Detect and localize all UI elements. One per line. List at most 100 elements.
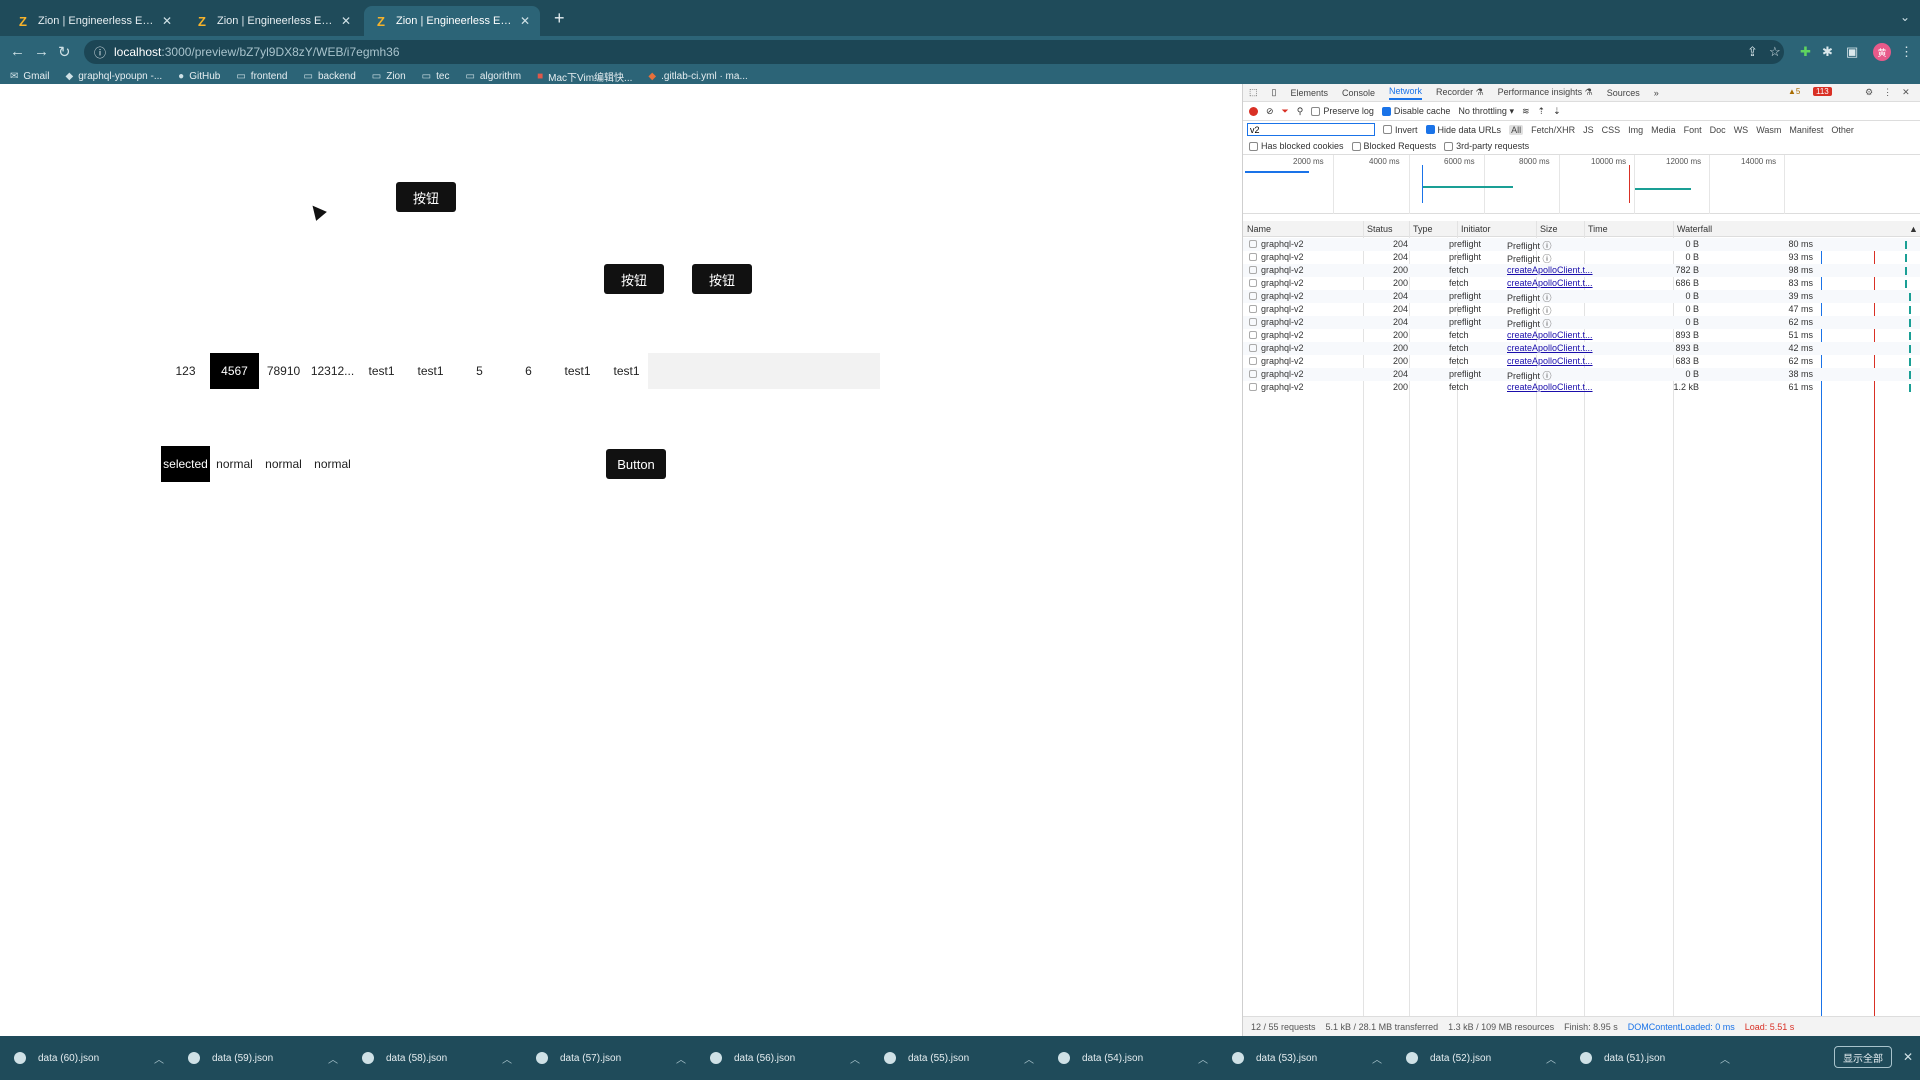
bookmark-item[interactable]: ● GitHub bbox=[178, 71, 220, 82]
column-name[interactable]: Name bbox=[1247, 224, 1271, 234]
download-item[interactable]: data (52).json ︿ bbox=[1392, 1036, 1566, 1080]
bookmark-folder[interactable]: ▭ backend bbox=[304, 71, 356, 82]
column-status[interactable]: Status bbox=[1367, 224, 1393, 234]
request-initiator[interactable]: createApolloClient.t... bbox=[1507, 330, 1599, 340]
request-row[interactable]: graphql-v2 200 fetch createApolloClient.t..… bbox=[1243, 277, 1920, 290]
throttling-select[interactable]: No throttling ▾ bbox=[1458, 106, 1514, 117]
download-item[interactable]: data (56).json ︿ bbox=[696, 1036, 870, 1080]
close-icon[interactable]: ✕ bbox=[1903, 1050, 1913, 1064]
chevron-up-icon[interactable]: ︿ bbox=[328, 1051, 338, 1066]
type-filter[interactable]: CSS bbox=[1602, 125, 1621, 135]
filter-icon[interactable]: ⏷ bbox=[1282, 106, 1289, 117]
download-item[interactable]: data (51).json ︿ bbox=[1566, 1036, 1740, 1080]
request-row[interactable]: graphql-v2 200 fetch createApolloClient.t..… bbox=[1243, 355, 1920, 368]
close-icon[interactable]: ✕ bbox=[341, 14, 351, 28]
column-waterfall[interactable]: Waterfall bbox=[1677, 224, 1712, 234]
reload-icon[interactable]: ↻ bbox=[58, 43, 71, 61]
type-filter-all[interactable]: All bbox=[1509, 124, 1524, 135]
close-icon[interactable]: ✕ bbox=[520, 14, 530, 28]
blocked-cookies-checkbox[interactable]: Has blocked cookies bbox=[1249, 141, 1344, 151]
request-row[interactable]: graphql-v2 200 fetch createApolloClient.t..… bbox=[1243, 381, 1920, 394]
bookmark-folder[interactable]: ▭ Zion bbox=[372, 71, 406, 82]
download-item[interactable]: data (53).json ︿ bbox=[1218, 1036, 1392, 1080]
tab-item[interactable]: test1 bbox=[602, 353, 651, 389]
warnings-badge[interactable]: ▲5 bbox=[1785, 87, 1803, 96]
request-initiator[interactable]: createApolloClient.t... bbox=[1507, 278, 1599, 288]
share-icon[interactable]: ⇪ bbox=[1747, 44, 1758, 60]
row-checkbox[interactable] bbox=[1249, 266, 1257, 274]
disable-cache-checkbox[interactable]: Disable cache bbox=[1381, 106, 1450, 116]
row-checkbox[interactable] bbox=[1249, 318, 1257, 326]
menu-kebab-icon[interactable]: ⋮ bbox=[1883, 87, 1892, 98]
primary-button[interactable]: 按钮 bbox=[692, 264, 752, 294]
column-time[interactable]: Time bbox=[1588, 224, 1608, 234]
tab-item[interactable]: 12312... bbox=[308, 353, 357, 389]
device-toggle-icon[interactable]: ▯ bbox=[1272, 87, 1277, 98]
request-initiator[interactable]: createApolloClient.t... bbox=[1507, 265, 1599, 275]
errors-badge[interactable]: 113 bbox=[1813, 87, 1832, 96]
type-filter[interactable]: Font bbox=[1684, 125, 1702, 135]
row-checkbox[interactable] bbox=[1249, 279, 1257, 287]
request-initiator[interactable]: createApolloClient.t... bbox=[1507, 382, 1599, 392]
row-checkbox[interactable] bbox=[1249, 240, 1257, 248]
tab-item[interactable]: test1 bbox=[406, 353, 455, 389]
chevron-up-icon[interactable]: ︿ bbox=[1546, 1051, 1556, 1066]
bookmark-folder[interactable]: ▭ algorithm bbox=[465, 71, 521, 82]
bookmark-star-icon[interactable]: ☆ bbox=[1769, 44, 1781, 60]
bookmark-folder[interactable]: ▭ frontend bbox=[236, 71, 287, 82]
tab-item[interactable]: 123 bbox=[161, 353, 210, 389]
bookmark-item[interactable]: ◆ .gitlab-ci.yml · ma... bbox=[648, 71, 747, 82]
row-checkbox[interactable] bbox=[1249, 370, 1257, 378]
tab-item[interactable]: test1 bbox=[357, 353, 406, 389]
request-row[interactable]: graphql-v2 204 preflight Preflight ⓘ 0 B 93 m… bbox=[1243, 251, 1920, 264]
tab-item-selected[interactable]: 4567 bbox=[210, 353, 259, 389]
segment[interactable]: normal bbox=[308, 446, 357, 482]
request-row[interactable]: graphql-v2 200 fetch createApolloClient.t..… bbox=[1243, 342, 1920, 355]
menu-kebab-icon[interactable]: ⋮ bbox=[1900, 44, 1913, 60]
row-checkbox[interactable] bbox=[1249, 253, 1257, 261]
primary-button[interactable]: 按钮 bbox=[396, 182, 456, 212]
close-icon[interactable]: ✕ bbox=[1902, 87, 1910, 98]
side-panel-icon[interactable]: ▣ bbox=[1846, 44, 1858, 60]
request-row[interactable]: graphql-v2 204 preflight Preflight ⓘ 0 B 80 m… bbox=[1243, 238, 1920, 251]
request-row[interactable]: graphql-v2 204 preflight Preflight ⓘ 0 B 47 m… bbox=[1243, 303, 1920, 316]
tab-item[interactable]: 5 bbox=[455, 353, 504, 389]
tab-item[interactable]: 6 bbox=[504, 353, 553, 389]
type-filter[interactable]: Wasm bbox=[1756, 125, 1781, 135]
preserve-log-checkbox[interactable]: Preserve log bbox=[1311, 106, 1374, 116]
request-row[interactable]: graphql-v2 204 preflight Preflight ⓘ 0 B 39 m… bbox=[1243, 290, 1920, 303]
clear-icon[interactable]: ⊘ bbox=[1266, 106, 1274, 117]
chevron-up-icon[interactable]: ︿ bbox=[1024, 1051, 1034, 1066]
download-item[interactable]: data (57).json ︿ bbox=[522, 1036, 696, 1080]
chevron-up-icon[interactable]: ︿ bbox=[1372, 1051, 1382, 1066]
record-icon[interactable] bbox=[1249, 106, 1258, 116]
primary-button[interactable]: 按钮 bbox=[604, 264, 664, 294]
devtools-tab-recorder[interactable]: Recorder ⚗ bbox=[1436, 87, 1484, 98]
filter-input[interactable] bbox=[1247, 123, 1375, 136]
request-row[interactable]: graphql-v2 204 preflight Preflight ⓘ 0 B 38 m… bbox=[1243, 368, 1920, 381]
bookmark-item[interactable]: ■ Mac下Vim编辑快... bbox=[537, 69, 632, 84]
tab-item[interactable]: test1 bbox=[553, 353, 602, 389]
row-checkbox[interactable] bbox=[1249, 305, 1257, 313]
browser-tab[interactable]: Z Zion | Engineerless Engineering ✕ bbox=[185, 6, 361, 36]
chevron-up-icon[interactable]: ︿ bbox=[1198, 1051, 1208, 1066]
column-type[interactable]: Type bbox=[1413, 224, 1433, 234]
upload-icon[interactable]: ⇡ bbox=[1538, 106, 1546, 117]
download-icon[interactable]: ⇣ bbox=[1553, 106, 1561, 117]
inspect-icon[interactable]: ⬚ bbox=[1249, 87, 1258, 98]
column-initiator[interactable]: Initiator bbox=[1461, 224, 1491, 234]
download-item[interactable]: data (55).json ︿ bbox=[870, 1036, 1044, 1080]
request-row[interactable]: graphql-v2 200 fetch createApolloClient.t..… bbox=[1243, 264, 1920, 277]
type-filter[interactable]: Media bbox=[1651, 125, 1676, 135]
chevron-up-icon[interactable]: ︿ bbox=[502, 1051, 512, 1066]
tab-item[interactable]: 78910 bbox=[259, 353, 308, 389]
sort-up-icon[interactable]: ▲ bbox=[1909, 224, 1918, 234]
chevron-up-icon[interactable]: ︿ bbox=[1720, 1051, 1730, 1066]
devtools-tab-network[interactable]: Network bbox=[1389, 86, 1423, 100]
new-tab-button[interactable]: + bbox=[554, 9, 565, 27]
wifi-icon[interactable]: ≋ bbox=[1522, 106, 1530, 117]
type-filter[interactable]: Img bbox=[1628, 125, 1643, 135]
download-item[interactable]: data (59).json ︿ bbox=[174, 1036, 348, 1080]
devtools-tab-elements[interactable]: Elements bbox=[1290, 88, 1328, 98]
show-all-downloads-button[interactable]: 显示全部 bbox=[1834, 1046, 1892, 1068]
